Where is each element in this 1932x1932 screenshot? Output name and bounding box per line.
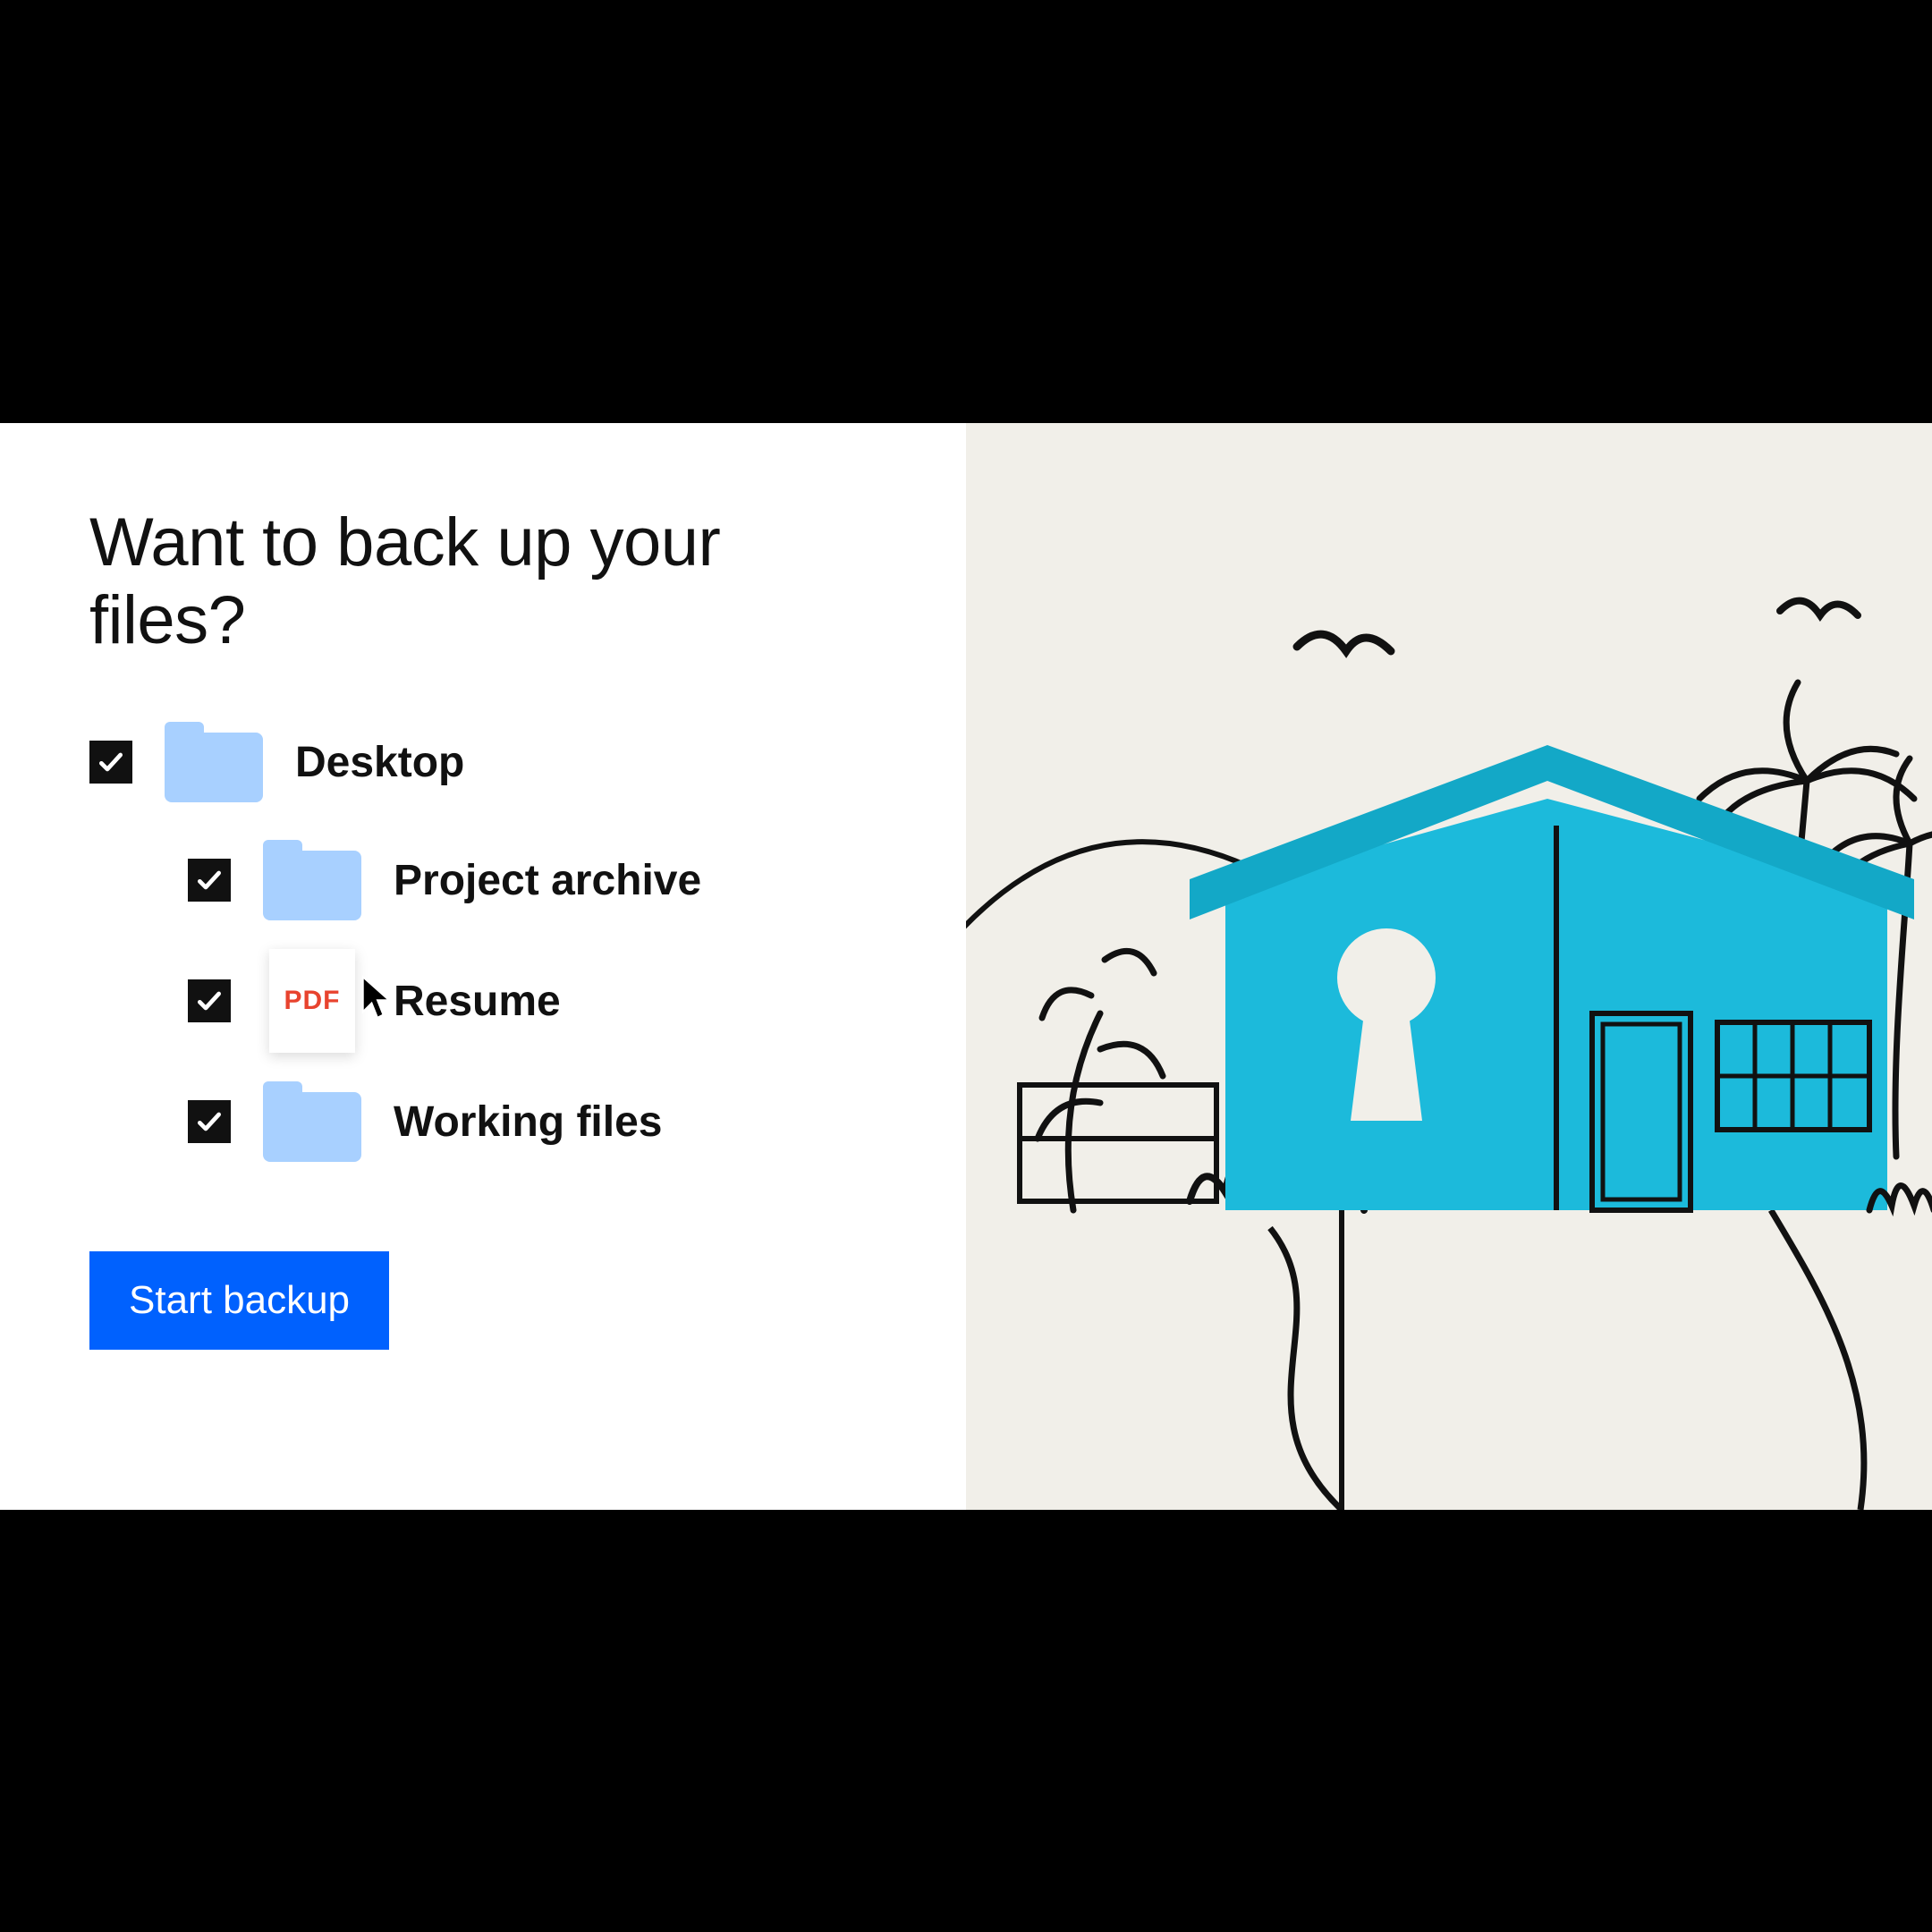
house-illustration xyxy=(966,423,1932,1510)
cursor-icon xyxy=(360,974,395,1021)
tree-row-project-archive[interactable]: Project archive xyxy=(89,840,894,920)
file-tree: Desktop Project archive PDF xyxy=(89,722,894,1162)
checkbox-checked-icon[interactable] xyxy=(188,979,231,1022)
tree-row-working-files[interactable]: Working files xyxy=(89,1081,894,1162)
folder-icon xyxy=(263,840,361,920)
folder-icon xyxy=(165,722,263,802)
checkbox-checked-icon[interactable] xyxy=(89,741,132,784)
start-backup-button[interactable]: Start backup xyxy=(89,1251,389,1350)
item-label: Working files xyxy=(394,1097,663,1147)
checkbox-checked-icon[interactable] xyxy=(188,859,231,902)
illustration-pane xyxy=(966,423,1932,1510)
pdf-file-icon: PDF xyxy=(269,949,355,1053)
pdf-badge: PDF xyxy=(284,986,341,1016)
item-label: Resume xyxy=(394,977,561,1026)
dialog-title: Want to back up your files? xyxy=(89,504,894,660)
tree-row-resume[interactable]: PDF Resume xyxy=(89,958,894,1044)
tree-row-desktop[interactable]: Desktop xyxy=(89,722,894,802)
backup-dialog: Want to back up your files? Desktop Proj… xyxy=(0,423,1932,1510)
item-label: Desktop xyxy=(295,738,464,787)
checkbox-checked-icon[interactable] xyxy=(188,1100,231,1143)
folder-icon xyxy=(263,1081,361,1162)
left-pane: Want to back up your files? Desktop Proj… xyxy=(0,423,966,1510)
item-label: Project archive xyxy=(394,856,701,905)
